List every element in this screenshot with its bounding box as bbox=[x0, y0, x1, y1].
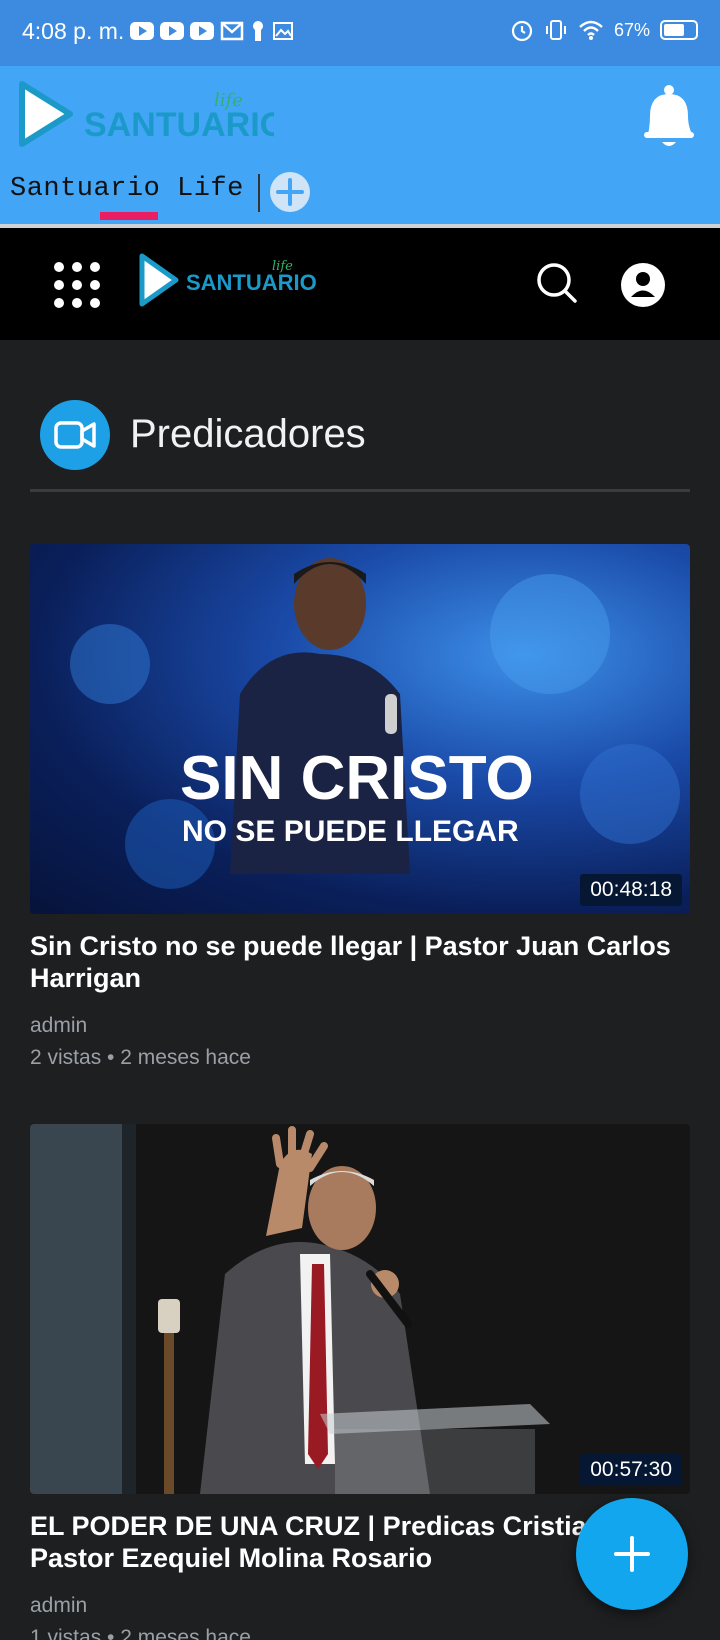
plus-icon bbox=[276, 178, 304, 206]
status-bar: 4:08 p. m. 67% bbox=[0, 0, 720, 66]
status-time: 4:08 p. m. bbox=[22, 18, 125, 44]
battery-icon bbox=[660, 20, 698, 40]
plus-icon bbox=[614, 1536, 650, 1572]
battery-level bbox=[664, 24, 684, 36]
video-meta: 1 vistas • 2 meses hace bbox=[30, 1626, 251, 1640]
site-logo[interactable]: life SANTUARIO bbox=[136, 250, 317, 314]
thumbnail-image: SIN CRISTO NO SE PUEDE LLEGAR bbox=[70, 558, 680, 889]
notification-icons bbox=[130, 20, 294, 42]
battery-percent: 67% bbox=[613, 19, 650, 40]
site-navbar: life SANTUARIO bbox=[0, 228, 720, 340]
video-duration: 00:48:18 bbox=[580, 874, 682, 906]
thumbnail-headline: SIN CRISTO bbox=[180, 744, 534, 813]
youtube-icon bbox=[160, 22, 184, 40]
youtube-icon bbox=[190, 22, 214, 40]
video-camera-icon bbox=[40, 400, 110, 470]
video-thumbnail[interactable]: 00:57:30 bbox=[30, 1124, 690, 1494]
alarm-icon bbox=[511, 20, 533, 42]
video-card[interactable]: SIN CRISTO NO SE PUEDE LLEGAR 00:48:18 S… bbox=[30, 544, 690, 1070]
section-header: Predicadores bbox=[30, 400, 690, 492]
user-account-icon[interactable] bbox=[620, 262, 666, 308]
wifi-icon bbox=[579, 20, 603, 40]
video-thumbnail[interactable]: SIN CRISTO NO SE PUEDE LLEGAR 00:48:18 bbox=[30, 544, 690, 914]
thumbnail-subheadline: NO SE PUEDE LLEGAR bbox=[182, 815, 519, 848]
video-meta: 2 vistas • 2 meses hace bbox=[30, 1046, 251, 1069]
tab-indicator bbox=[100, 212, 158, 220]
add-fab-button[interactable] bbox=[576, 1498, 688, 1610]
bell-icon[interactable] bbox=[638, 82, 700, 152]
image-icon bbox=[273, 22, 293, 40]
youtube-icon bbox=[130, 22, 154, 40]
section-title: Predicadores bbox=[130, 412, 366, 456]
app-header: life SANTUARIO Santuario Life bbox=[0, 66, 720, 224]
logo-text: SANTUARIO bbox=[84, 106, 274, 144]
video-title[interactable]: Sin Cristo no se puede llegar | Pastor J… bbox=[30, 930, 690, 994]
vibrate-icon bbox=[545, 20, 566, 40]
video-author[interactable]: admin bbox=[30, 1014, 690, 1038]
nav-logo-text: SANTUARIO bbox=[186, 270, 316, 295]
system-icons: 67% bbox=[510, 18, 698, 42]
keyhole-icon bbox=[253, 21, 263, 41]
video-duration: 00:57:30 bbox=[580, 1454, 682, 1486]
gmail-icon bbox=[220, 21, 244, 41]
tab-santuario-life[interactable]: Santuario Life bbox=[10, 174, 244, 204]
video-author[interactable]: admin bbox=[30, 1594, 690, 1618]
santuario-logo: life SANTUARIO bbox=[19, 81, 286, 147]
tab-divider bbox=[258, 174, 260, 212]
search-icon[interactable] bbox=[536, 262, 578, 304]
thumbnail-image bbox=[30, 1124, 550, 1494]
apps-grid-icon[interactable] bbox=[52, 260, 102, 310]
app-logo: life SANTUARIO bbox=[14, 76, 286, 156]
add-tab-button[interactable] bbox=[270, 172, 310, 212]
